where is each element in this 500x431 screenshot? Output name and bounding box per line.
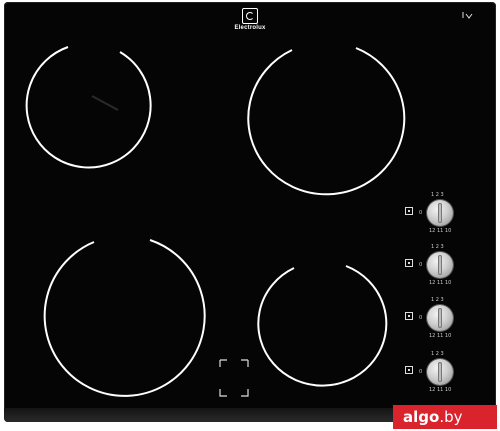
zone-position-icon (405, 312, 413, 320)
knob-grip (438, 255, 442, 275)
cooking-zone-front-right (257, 265, 388, 387)
knob-group-1: 1 2 3 0 12 11 10 (405, 193, 465, 239)
knob-scale-bottom: 12 11 10 (429, 333, 452, 339)
knob-scale-bottom: 12 11 10 (429, 228, 452, 234)
product-photo: Electrolux 1 2 3 0 12 11 10 1 2 3 0 12 1… (0, 0, 500, 431)
knob-scale-left: 0 (419, 210, 423, 216)
knob-group-2: 1 2 3 0 12 11 10 (405, 245, 465, 291)
watermark-text: algo.by (403, 407, 463, 427)
knob-scale-top: 1 2 3 (431, 351, 444, 357)
knob-scale-left: 0 (419, 369, 423, 375)
zone-control-knob[interactable] (427, 200, 453, 226)
knob-group-3: 1 2 3 0 12 11 10 (405, 298, 465, 344)
knob-grip (438, 308, 442, 328)
cooking-zone-front-left (43, 239, 206, 397)
knob-scale-top: 1 2 3 (431, 244, 444, 250)
watermark: algo.by (393, 405, 497, 429)
cooking-zone-back-left (25, 46, 152, 169)
zone-position-icon (405, 366, 413, 374)
zone-control-knob[interactable] (427, 252, 453, 278)
zone-position-icon (405, 207, 413, 215)
knob-scale-left: 0 (419, 315, 423, 321)
watermark-tld: by (444, 408, 463, 426)
knob-scale-bottom: 12 11 10 (429, 280, 452, 286)
knob-group-4: 1 2 3 0 12 11 10 (405, 352, 465, 398)
touch-control-icon (217, 358, 251, 398)
knob-grip (438, 203, 442, 223)
zone-control-knob[interactable] (427, 359, 453, 385)
cooking-zone-back-right (247, 47, 406, 196)
zone-control-knob[interactable] (427, 305, 453, 331)
knob-scale-left: 0 (419, 262, 423, 268)
knob-grip (438, 362, 442, 382)
knob-scale-top: 1 2 3 (431, 192, 444, 198)
zone-position-icon (405, 259, 413, 267)
knob-scale-top: 1 2 3 (431, 297, 444, 303)
knob-scale-bottom: 12 11 10 (429, 387, 452, 393)
watermark-name: algo (403, 408, 440, 426)
cooking-zone-back-left-inner-trace (91, 95, 119, 111)
